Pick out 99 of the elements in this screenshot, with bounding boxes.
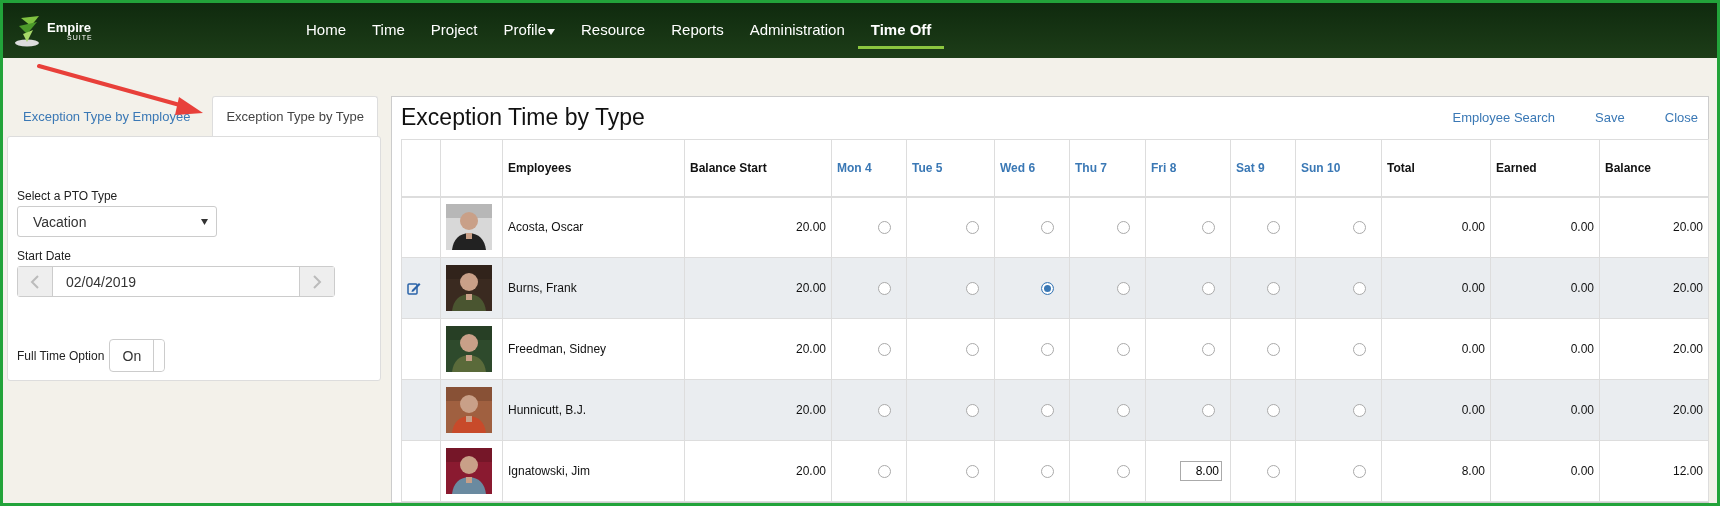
radio-button[interactable] <box>1353 282 1366 296</box>
radio-button[interactable] <box>1117 465 1130 479</box>
nav-link[interactable]: Time Off <box>857 12 945 49</box>
edit-icon[interactable] <box>407 281 421 295</box>
radio-button[interactable] <box>1267 221 1280 235</box>
nav-link[interactable]: Administration <box>736 12 858 49</box>
table-cell: 12.00 <box>1672 464 1703 478</box>
column-header[interactable]: Sun 10 <box>1295 139 1382 197</box>
nav-link[interactable]: Home <box>293 12 359 49</box>
table-cell: 20.00 <box>1672 403 1703 417</box>
radio-button[interactable] <box>1117 221 1130 235</box>
action-link[interactable]: Close <box>1664 110 1698 126</box>
column-header: Balance <box>1599 139 1709 197</box>
table-cell: 20.00 <box>1672 281 1703 295</box>
radio-button[interactable] <box>1353 465 1366 479</box>
column-header: Earned <box>1490 139 1600 197</box>
column-header[interactable]: Thu 7 <box>1069 139 1146 197</box>
table-cell: 0.00 <box>1461 403 1485 417</box>
caret-icon <box>201 218 208 225</box>
radio-button[interactable] <box>1041 221 1054 235</box>
radio-button[interactable] <box>966 221 979 235</box>
next-button[interactable] <box>300 267 334 296</box>
hours-input[interactable]: 8.00 <box>1180 461 1222 481</box>
radio-button[interactable] <box>1353 343 1366 357</box>
radio-button[interactable] <box>1202 404 1215 418</box>
radio-button[interactable] <box>878 404 891 418</box>
chevron-left-icon <box>30 274 40 289</box>
field-label: Start Date <box>17 249 73 263</box>
column-header: Total <box>1381 139 1491 197</box>
table-cell: 8.00 <box>1461 464 1485 478</box>
radio-button[interactable] <box>1202 343 1215 357</box>
field-label: Select a PTO Type <box>17 189 119 203</box>
table-cell: Acosta, Oscar <box>508 220 584 235</box>
radio-button[interactable] <box>1202 282 1215 296</box>
column-header[interactable]: Mon 4 <box>831 139 907 197</box>
table-cell: 0.00 <box>1461 220 1485 235</box>
radio-button[interactable] <box>878 343 891 357</box>
column-header[interactable]: Tue 5 <box>906 139 995 197</box>
field-label: Full Time Option <box>17 348 105 363</box>
table-cell: 0.00 <box>1570 464 1594 478</box>
radio-button[interactable] <box>966 404 979 418</box>
logo-name: Empire <box>47 20 93 34</box>
previous-button[interactable] <box>18 267 52 296</box>
table-cell: 0.00 <box>1570 342 1594 356</box>
radio-button[interactable] <box>966 343 979 357</box>
table-cell: 20.00 <box>1672 220 1703 235</box>
table-cell: 20.00 <box>1672 342 1703 356</box>
radio-button[interactable] <box>1117 343 1130 357</box>
column-header: Employees <box>502 139 685 197</box>
radio-button[interactable] <box>1117 282 1130 296</box>
radio-button[interactable] <box>878 221 891 235</box>
column-header[interactable]: Wed 6 <box>994 139 1070 197</box>
tab[interactable]: Exception Type by Employee <box>9 96 205 136</box>
radio-button[interactable] <box>1267 404 1280 418</box>
radio-button[interactable] <box>966 282 979 296</box>
nav-link[interactable]: Resource <box>568 12 659 49</box>
nav-link[interactable]: Profile <box>490 12 568 49</box>
table-cell: 20.00 <box>795 220 826 235</box>
table-cell: Burns, Frank <box>508 281 577 295</box>
radio-button[interactable] <box>1041 404 1054 418</box>
radio-button[interactable] <box>1041 465 1054 479</box>
table-cell: Ignatowski, Jim <box>508 464 591 478</box>
radio-button[interactable] <box>1041 282 1054 296</box>
table-cell: 0.00 <box>1461 342 1485 356</box>
table-cell: 20.00 <box>795 281 826 295</box>
page-title: Exception Time by Type <box>401 104 645 132</box>
table-cell: Freedman, Sidney <box>508 342 607 356</box>
nav-link[interactable]: Reports <box>658 12 737 49</box>
radio-button[interactable] <box>1117 404 1130 418</box>
column-header: Balance Start <box>684 139 832 197</box>
radio-button[interactable] <box>878 282 891 296</box>
date-picker[interactable]: 02/04/2019 <box>17 266 335 297</box>
table-cell: 0.00 <box>1570 403 1594 417</box>
column-header[interactable]: Fri 8 <box>1145 139 1231 197</box>
action-link[interactable]: Employee Search <box>1452 110 1556 126</box>
radio-button[interactable] <box>966 465 979 479</box>
table-cell: 20.00 <box>795 342 826 356</box>
action-link[interactable]: Save <box>1595 110 1625 126</box>
radio-button[interactable] <box>1267 282 1280 296</box>
radio-button[interactable] <box>1353 221 1366 235</box>
nav-link[interactable]: Time <box>359 12 418 49</box>
radio-button[interactable] <box>1202 221 1215 235</box>
radio-button[interactable] <box>878 465 891 479</box>
pto-type-dropdown[interactable]: Vacation <box>17 206 217 237</box>
table-cell: Hunnicutt, B.J. <box>508 403 587 417</box>
table-cell: 20.00 <box>795 403 826 417</box>
tab[interactable]: Exception Type by Type <box>212 96 378 136</box>
toggle-switch[interactable]: On <box>109 339 166 372</box>
column-header[interactable]: Sat 9 <box>1230 139 1296 197</box>
table-cell: 0.00 <box>1570 281 1594 295</box>
radio-button[interactable] <box>1041 343 1054 357</box>
chevron-right-icon <box>312 274 322 289</box>
radio-button[interactable] <box>1353 404 1366 418</box>
radio-button[interactable] <box>1267 465 1280 479</box>
nav-link[interactable]: Project <box>417 12 491 49</box>
table-cell: 20.00 <box>795 464 826 478</box>
radio-button[interactable] <box>1267 343 1280 357</box>
table-cell: 0.00 <box>1570 220 1594 235</box>
table-cell: 0.00 <box>1461 281 1485 295</box>
